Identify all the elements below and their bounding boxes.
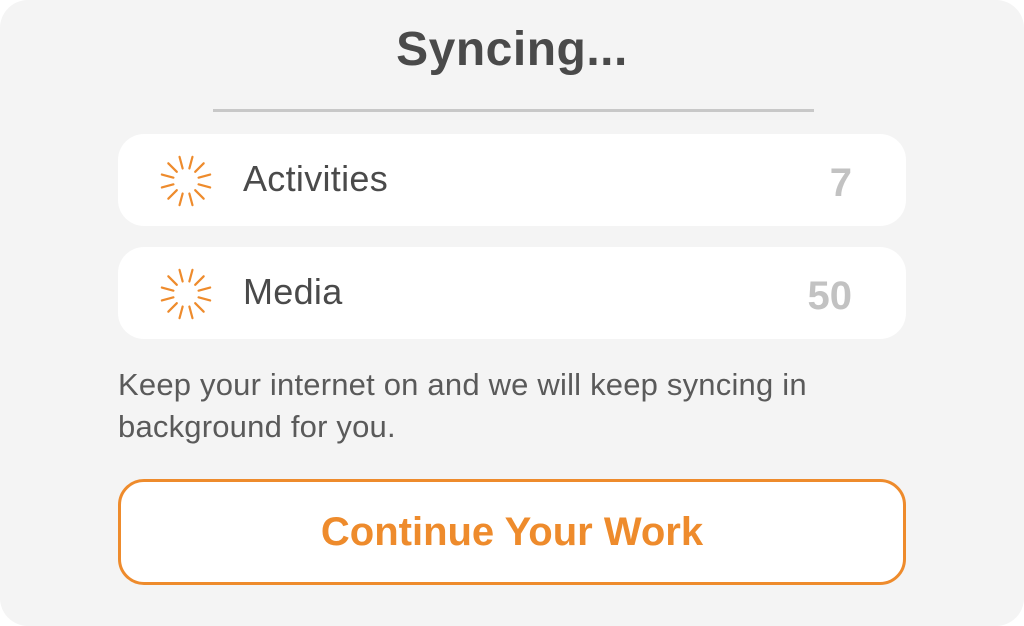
- spinner-ray: [194, 302, 205, 313]
- spinner-ray: [178, 155, 184, 170]
- spinner-ray: [197, 296, 212, 302]
- spinner-ray: [178, 192, 184, 207]
- continue-your-work-button[interactable]: Continue Your Work: [118, 479, 906, 585]
- spinner-ray: [167, 275, 178, 286]
- spinner-ray: [178, 305, 184, 320]
- loading-spinner-icon: [160, 155, 212, 207]
- spinner-ray: [194, 189, 205, 200]
- sync-item-label: Activities: [243, 158, 389, 199]
- spinner-ray: [188, 305, 194, 320]
- spinner-ray: [188, 192, 194, 207]
- spinner-ray: [188, 268, 194, 283]
- sync-item-count: 7: [829, 161, 852, 205]
- spinner-ray: [167, 302, 178, 313]
- sync-item-count: 50: [807, 274, 853, 318]
- spinner-ray: [197, 173, 212, 179]
- spinner-ray: [160, 173, 175, 179]
- title-divider: [213, 109, 814, 112]
- spinner-ray: [194, 162, 205, 173]
- sync-info-message: Keep your internet on and we will keep s…: [118, 367, 807, 444]
- spinner-ray: [194, 275, 205, 286]
- sync-item-label: Media: [243, 271, 343, 312]
- spinner-ray: [160, 296, 175, 302]
- spinner-ray: [160, 286, 175, 292]
- spinner-ray: [197, 183, 212, 189]
- spinner-ray: [197, 286, 212, 292]
- sync-dialog: Syncing... Activities 7 Media 50 Keep yo…: [0, 0, 1024, 626]
- spinner-ray: [167, 189, 178, 200]
- sync-item-activities: Activities 7: [118, 134, 906, 226]
- spinner-ray: [178, 268, 184, 283]
- loading-spinner-icon: [160, 268, 212, 320]
- spinner-ray: [160, 183, 175, 189]
- spinner-ray: [188, 155, 194, 170]
- sync-item-media: Media 50: [118, 247, 906, 339]
- spinner-ray: [167, 162, 178, 173]
- dialog-title: Syncing...: [396, 23, 628, 76]
